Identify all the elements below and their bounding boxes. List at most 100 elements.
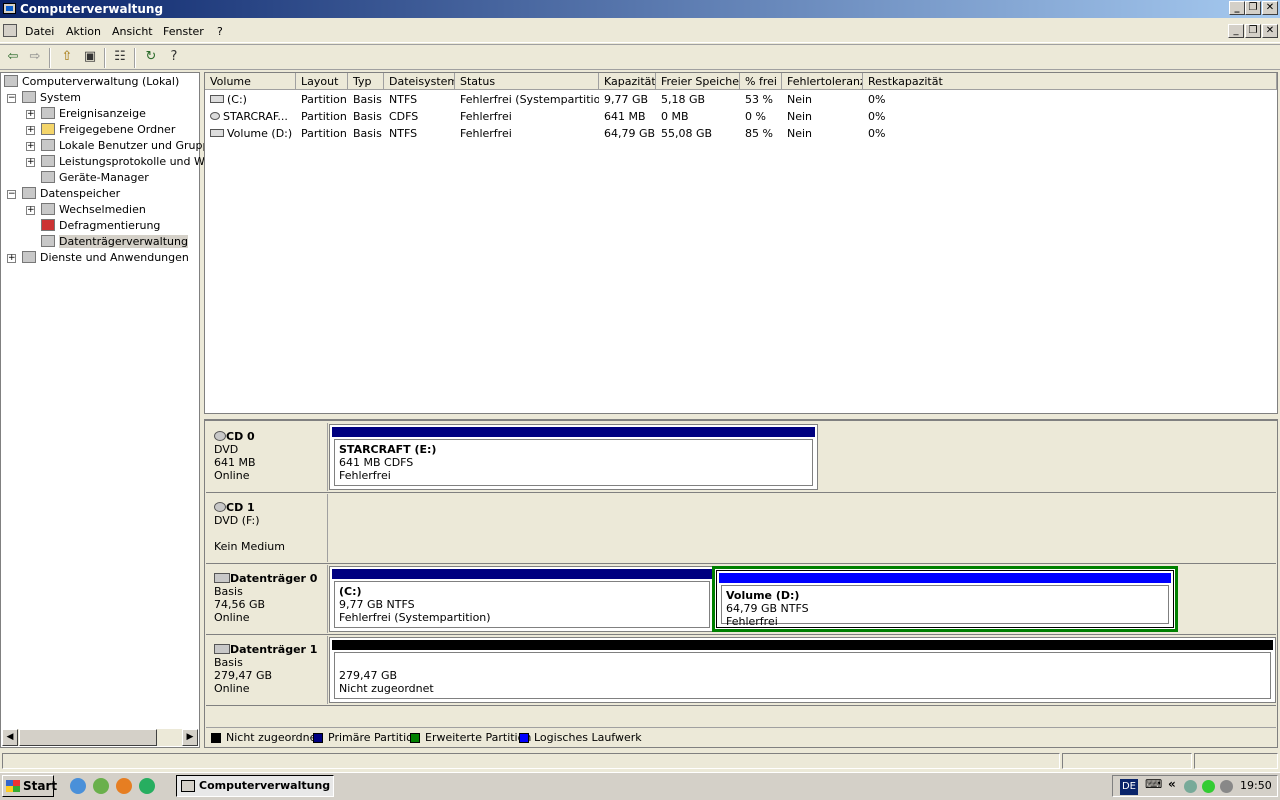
unallocated-bar xyxy=(332,640,1273,650)
scroll-thumb[interactable] xyxy=(19,729,157,746)
tray-expand-chevron-icon[interactable]: « xyxy=(1168,777,1176,791)
expand-freigegeben-button[interactable]: + xyxy=(26,126,35,135)
mdi-minimize-button[interactable]: _ xyxy=(1228,24,1244,38)
column-header-volume[interactable]: Volume xyxy=(205,73,296,90)
volume-icon[interactable] xyxy=(1220,780,1233,793)
security-icon[interactable] xyxy=(1202,780,1215,793)
refresh-icon[interactable]: ↻ xyxy=(142,48,160,66)
menu-datei[interactable]: Datei xyxy=(25,25,54,38)
tree-item-root[interactable]: Computerverwaltung (Lokal) xyxy=(4,74,179,90)
messenger-icon[interactable] xyxy=(139,778,155,794)
expand-leistung-button[interactable]: + xyxy=(26,158,35,167)
back-arrow-icon[interactable]: ⇦ xyxy=(4,48,22,66)
partition-size: 9,77 GB NTFS xyxy=(339,598,415,611)
partition-d[interactable]: Volume (D:) 64,79 GB NTFS Fehlerfrei xyxy=(716,570,1174,628)
volume-list[interactable]: Volume Layout Typ Dateisystem Status Kap… xyxy=(204,72,1278,414)
title-bar[interactable]: Computerverwaltung _ ❐ ✕ xyxy=(0,0,1280,18)
column-header-fehlertoleranz[interactable]: Fehlertoleranz xyxy=(782,73,863,90)
column-header-prozent-frei[interactable]: % frei xyxy=(740,73,782,90)
clock[interactable]: 19:50 xyxy=(1240,777,1272,795)
table-cell: 64,79 GB xyxy=(604,127,656,140)
computer-management-icon xyxy=(3,3,16,14)
tools-icon xyxy=(22,91,36,103)
partition-status: Fehlerfrei (Systempartition) xyxy=(339,611,491,624)
table-cell: Partition xyxy=(301,93,347,106)
status-bar xyxy=(0,751,1280,771)
column-header-typ[interactable]: Typ xyxy=(348,73,384,90)
tree-item-datenspeicher[interactable]: Datenspeicher xyxy=(22,186,120,202)
disk-size: 641 MB xyxy=(214,456,256,469)
scroll-left-icon[interactable]: ◀ xyxy=(2,729,18,746)
network-icon[interactable] xyxy=(1184,780,1197,793)
media-player-icon[interactable] xyxy=(93,778,109,794)
tree-item-geraete-manager[interactable]: Geräte-Manager xyxy=(41,170,149,186)
up-folder-icon[interactable]: ⇧ xyxy=(58,48,76,66)
partition-title: STARCRAFT (E:) xyxy=(339,443,437,456)
disk-label-disk1[interactable]: Datenträger 1 Basis 279,47 GB Online xyxy=(206,636,328,704)
disk-size: 279,47 GB xyxy=(214,669,273,682)
restore-button[interactable]: ❐ xyxy=(1245,1,1261,15)
tree-item-system[interactable]: System xyxy=(22,90,81,106)
column-header-dateisystem[interactable]: Dateisystem xyxy=(384,73,455,90)
partition-extended[interactable]: Volume (D:) 64,79 GB NTFS Fehlerfrei xyxy=(712,566,1178,632)
status-panel xyxy=(1062,753,1192,769)
mdi-close-button[interactable]: ✕ xyxy=(1262,24,1278,38)
column-header-restkapazitaet[interactable]: Restkapazität xyxy=(863,73,1277,90)
taskbar: Start Computerverwaltung DE ⌨ « 19:50 xyxy=(0,772,1280,800)
start-button[interactable]: Start xyxy=(2,775,57,797)
menu-aktion[interactable]: Aktion xyxy=(66,25,101,38)
column-header-kapazitaet[interactable]: Kapazität xyxy=(599,73,656,90)
collapse-system-button[interactable]: − xyxy=(7,94,16,103)
forward-arrow-icon[interactable]: ⇨ xyxy=(26,48,44,66)
tree-horizontal-scrollbar[interactable]: ◀ ▶ xyxy=(2,729,198,746)
internet-explorer-icon[interactable] xyxy=(70,778,86,794)
tree-item-ereignisanzeige[interactable]: Ereignisanzeige xyxy=(41,106,146,122)
expand-ereignis-button[interactable]: + xyxy=(26,110,35,119)
language-indicator[interactable]: DE xyxy=(1120,779,1138,795)
disk-status: Online xyxy=(214,682,250,695)
firefox-icon[interactable] xyxy=(116,778,132,794)
expand-lokale-button[interactable]: + xyxy=(26,142,35,151)
table-cell: Basis xyxy=(353,127,382,140)
disk-label-cd1[interactable]: CD 1 DVD (F:) Kein Medium xyxy=(206,494,328,562)
minimize-button[interactable]: _ xyxy=(1229,1,1245,15)
column-header-status[interactable]: Status xyxy=(455,73,599,90)
partition-size: 279,47 GB xyxy=(339,669,398,682)
column-header-freier-speicher[interactable]: Freier Speicher xyxy=(656,73,740,90)
tree-item-freigegebene-ordner[interactable]: Freigegebene Ordner xyxy=(41,122,175,138)
tree-item-dienste[interactable]: Dienste und Anwendungen xyxy=(22,250,189,266)
menu-ansicht[interactable]: Ansicht xyxy=(112,25,153,38)
partition-starcraft[interactable]: STARCRAFT (E:) 641 MB CDFS Fehlerfrei xyxy=(329,424,818,490)
tree-item-defragmentierung[interactable]: Defragmentierung xyxy=(41,218,160,234)
tree-item-wechselmedien[interactable]: Wechselmedien xyxy=(41,202,146,218)
mdi-restore-button[interactable]: ❐ xyxy=(1245,24,1261,38)
properties-icon[interactable]: ☷ xyxy=(111,48,129,66)
menu-help[interactable]: ? xyxy=(217,25,223,38)
close-button[interactable]: ✕ xyxy=(1262,1,1278,15)
disk-label-cd0[interactable]: CD 0 DVD 641 MB Online xyxy=(206,423,328,491)
partition-unallocated[interactable]: 279,47 GB Nicht zugeordnet xyxy=(329,637,1276,703)
disk-label-disk0[interactable]: Datenträger 0 Basis 74,56 GB Online xyxy=(206,565,328,633)
partition-info: (C:) 9,77 GB NTFS Fehlerfrei (Systempart… xyxy=(334,581,710,628)
cd-drive-icon xyxy=(214,502,226,512)
mmc-icon[interactable] xyxy=(3,24,17,37)
help-icon[interactable]: ? xyxy=(165,48,183,66)
column-header-layout[interactable]: Layout xyxy=(296,73,348,90)
scroll-right-icon[interactable]: ▶ xyxy=(182,729,198,746)
expand-wechselmedien-button[interactable]: + xyxy=(26,206,35,215)
menu-fenster[interactable]: Fenster xyxy=(163,25,204,38)
toolbar: ⇦ ⇨ ⇧ ▣ ☷ ↻ ? xyxy=(0,44,1280,70)
show-hide-tree-icon[interactable]: ▣ xyxy=(81,48,99,66)
table-cell: NTFS xyxy=(389,127,418,140)
expand-dienste-button[interactable]: + xyxy=(7,254,16,263)
table-cell: 55,08 GB xyxy=(661,127,713,140)
tree-item-lokale-benutzer[interactable]: Lokale Benutzer und Gruppen xyxy=(41,138,223,154)
taskbar-item-computerverwaltung[interactable]: Computerverwaltung xyxy=(176,775,334,797)
keyboard-icon[interactable]: ⌨ xyxy=(1145,777,1162,791)
legend-swatch-extended xyxy=(410,733,420,743)
collapse-datenspeicher-button[interactable]: − xyxy=(7,190,16,199)
console-tree[interactable]: Computerverwaltung (Lokal) − System + Er… xyxy=(0,72,257,748)
tree-item-datentraegerverwaltung[interactable]: Datenträgerverwaltung xyxy=(41,234,188,250)
removable-media-icon xyxy=(41,203,55,215)
partition-c[interactable]: (C:) 9,77 GB NTFS Fehlerfrei (Systempart… xyxy=(329,566,715,632)
